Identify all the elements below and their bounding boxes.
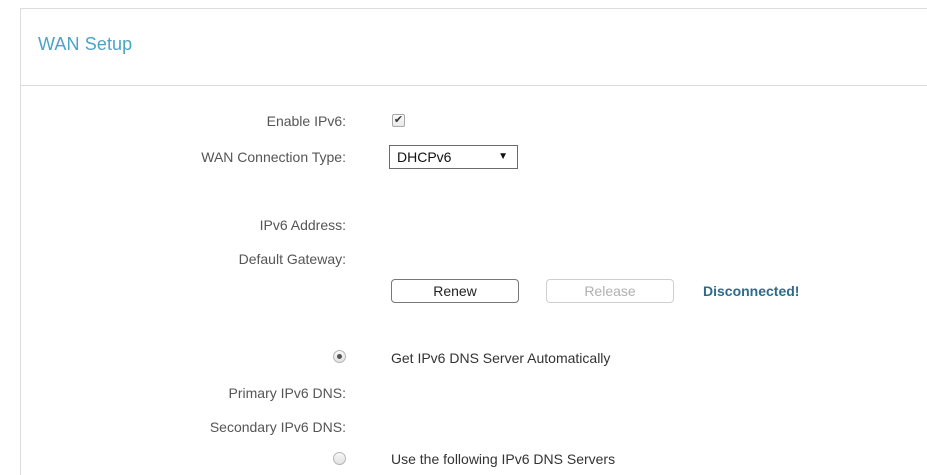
checkmark-icon: ✔: [393, 114, 404, 126]
wan-setup-page: WAN Setup Enable IPv6: ✔ WAN Connection …: [0, 0, 927, 475]
connection-type-value: DHCPv6: [397, 149, 452, 165]
connection-status: Disconnected!: [703, 283, 800, 299]
settings-panel: [20, 8, 927, 475]
connection-type-select[interactable]: DHCPv6 ▼: [389, 145, 518, 169]
dropdown-arrow-icon: ▼: [498, 151, 508, 162]
dns-manual-label: Use the following IPv6 DNS Servers: [391, 451, 616, 467]
connection-type-label: WAN Connection Type:: [201, 149, 346, 165]
section-title: WAN Setup: [38, 34, 133, 54]
default-gateway-label: Default Gateway:: [238, 251, 346, 267]
secondary-dns-label: Secondary IPv6 DNS:: [209, 419, 346, 435]
enable-ipv6-label: Enable IPv6:: [266, 113, 346, 129]
renew-button[interactable]: Renew: [391, 279, 519, 303]
dns-manual-radio[interactable]: [333, 452, 346, 465]
release-button[interactable]: Release: [546, 279, 674, 303]
dns-auto-label: Get IPv6 DNS Server Automatically: [391, 350, 611, 366]
ipv6-address-label: IPv6 Address:: [259, 217, 346, 233]
dns-auto-radio[interactable]: [333, 350, 346, 363]
primary-dns-label: Primary IPv6 DNS:: [228, 385, 346, 401]
enable-ipv6-checkbox[interactable]: ✔: [392, 114, 405, 127]
section-divider: [21, 85, 927, 86]
